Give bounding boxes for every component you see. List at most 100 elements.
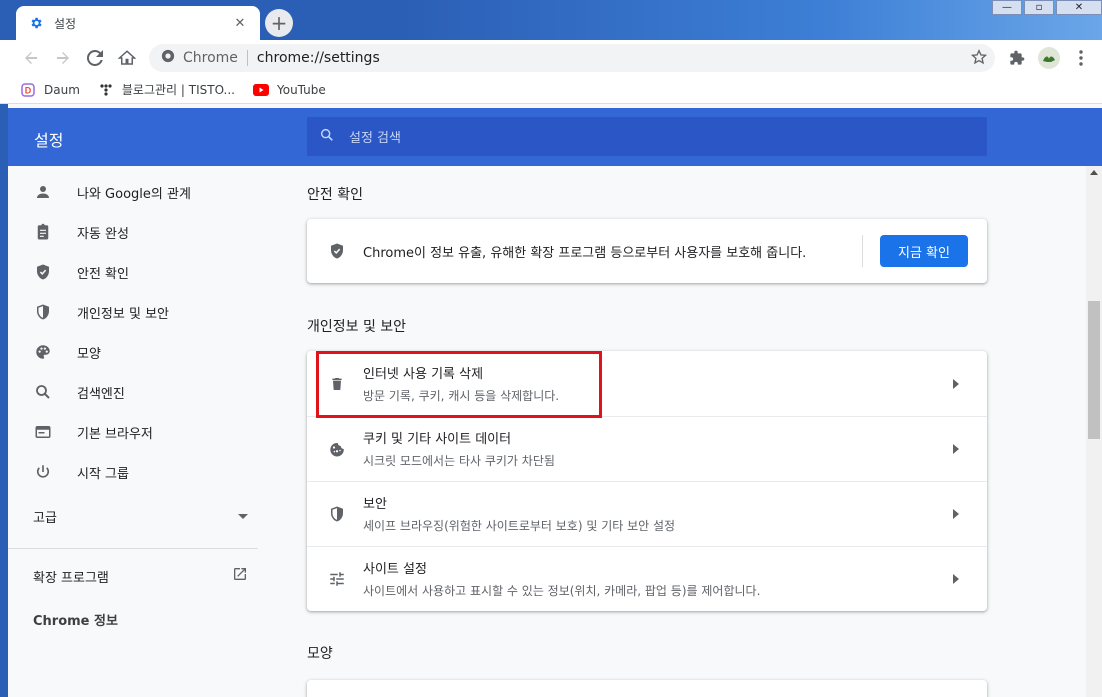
- bookmark-tistory[interactable]: 블로그관리 | TISTO...: [98, 81, 235, 98]
- person-icon: [33, 182, 53, 202]
- sidebar-item-label: 나와 Google의 관계: [77, 186, 191, 202]
- close-window-button[interactable]: ✕: [1056, 0, 1102, 15]
- arrow-right-icon: [953, 378, 961, 389]
- sidebar-item-appearance[interactable]: 모양: [8, 332, 266, 372]
- safety-check-card: Chrome이 정보 유출, 유해한 확장 프로그램 등으로부터 사용자를 보호…: [307, 219, 987, 283]
- extensions-puzzle-icon[interactable]: [1001, 42, 1033, 74]
- tune-icon: [327, 569, 347, 589]
- sidebar-item-label: 개인정보 및 보안: [77, 306, 169, 322]
- sidebar-item-label: 안전 확인: [77, 266, 129, 282]
- more-vert-icon: [1079, 50, 1083, 66]
- sidebar-item-extensions[interactable]: 확장 프로그램: [33, 566, 248, 586]
- menu-button[interactable]: [1065, 42, 1097, 74]
- tistory-icon: [98, 82, 114, 98]
- window-controls: — ▫ ✕: [990, 0, 1102, 16]
- site-info-icon[interactable]: [161, 49, 175, 67]
- sidebar-item-label: 모양: [77, 346, 101, 362]
- settings-sidebar: 나와 Google의 관계 자동 완성 안전 확인 개인정보 및 보안 모양 검…: [8, 166, 266, 697]
- reload-icon: [87, 50, 103, 66]
- arrow-right-icon: [953, 443, 961, 454]
- sidebar-item-privacy[interactable]: 개인정보 및 보안: [8, 292, 266, 332]
- row-subtitle: 시크릿 모드에서는 타사 쿠키가 차단됨: [363, 454, 555, 468]
- sidebar-item-about-chrome[interactable]: Chrome 정보: [33, 610, 118, 629]
- extensions-label: 확장 프로그램: [33, 570, 109, 586]
- daum-icon: D: [20, 82, 36, 98]
- arrow-right-icon: [953, 508, 961, 519]
- arrow-right-icon: [953, 573, 961, 584]
- cookie-icon: [327, 439, 347, 459]
- sidebar-advanced-toggle[interactable]: 고급: [33, 507, 248, 526]
- title-bar: 설정 ✕ + — ▫ ✕: [0, 0, 1102, 40]
- open-in-new-icon: [232, 566, 248, 586]
- shield-icon: [33, 302, 53, 322]
- reload-button[interactable]: [79, 42, 111, 74]
- avatar-icon: [1038, 47, 1060, 69]
- card-divider: [862, 235, 863, 267]
- bookmark-label: Daum: [44, 82, 80, 97]
- omnibox-separator: [246, 50, 248, 66]
- section-title-privacy: 개인정보 및 보안: [307, 319, 407, 335]
- shield-check-icon: [33, 262, 53, 282]
- caret-down-icon: [238, 509, 248, 524]
- page-title: 설정: [34, 131, 64, 150]
- gear-icon: [28, 15, 44, 31]
- sidebar-item-safety-check[interactable]: 안전 확인: [8, 252, 266, 292]
- safety-check-description: Chrome이 정보 유출, 유해한 확장 프로그램 등으로부터 사용자를 보호…: [363, 245, 807, 261]
- row-security[interactable]: 보안 세이프 브라우징(위험한 사이트로부터 보호) 및 기타 보안 설정: [307, 481, 987, 546]
- profile-avatar[interactable]: [1033, 42, 1065, 74]
- search-placeholder: 설정 검색: [349, 131, 401, 146]
- clipboard-icon: [33, 222, 53, 242]
- home-icon: [118, 50, 136, 65]
- omnibox-site-label: Chrome: [183, 50, 238, 66]
- row-title: 쿠키 및 기타 사이트 데이터: [363, 432, 512, 447]
- row-subtitle: 세이프 브라우징(위험한 사이트로부터 보호) 및 기타 보안 설정: [363, 519, 676, 533]
- row-title: 보안: [363, 497, 387, 512]
- row-subtitle: 사이트에서 사용하고 표시할 수 있는 정보(위치, 카메라, 팝업 등)를 제…: [363, 584, 761, 598]
- maximize-button[interactable]: ▫: [1024, 0, 1054, 15]
- arrow-left-icon: [25, 52, 37, 64]
- sidebar-item-label: 시작 그룹: [77, 466, 129, 482]
- row-cookies[interactable]: 쿠키 및 기타 사이트 데이터 시크릿 모드에서는 타사 쿠키가 차단됨: [307, 416, 987, 481]
- section-title-appearance: 모양: [307, 646, 333, 662]
- red-highlight-box: [316, 351, 602, 418]
- bookmark-youtube[interactable]: YouTube: [252, 82, 326, 98]
- youtube-icon: [252, 82, 269, 98]
- sidebar-item-default-browser[interactable]: 기본 브라우저: [8, 412, 266, 452]
- forward-button[interactable]: [47, 42, 79, 74]
- minimize-button[interactable]: —: [992, 0, 1022, 15]
- new-tab-button[interactable]: +: [265, 9, 293, 37]
- shield-check-icon: [327, 241, 347, 261]
- bookmark-label: 블로그관리 | TISTO...: [121, 83, 235, 97]
- check-now-button[interactable]: 지금 확인: [880, 235, 968, 267]
- scrollbar[interactable]: [1086, 166, 1102, 697]
- close-tab-icon[interactable]: ✕: [232, 15, 248, 31]
- scrollbar-thumb[interactable]: [1088, 301, 1100, 439]
- bookmark-daum[interactable]: D Daum: [20, 82, 80, 98]
- power-icon: [33, 462, 53, 482]
- palette-icon: [33, 342, 53, 362]
- section-title-safety: 안전 확인: [307, 187, 363, 203]
- window-edge: [0, 104, 8, 697]
- sidebar-item-you-and-google[interactable]: 나와 Google의 관계: [8, 172, 266, 212]
- sidebar-item-autofill[interactable]: 자동 완성: [8, 212, 266, 252]
- sidebar-item-search-engine[interactable]: 검색엔진: [8, 372, 266, 412]
- home-button[interactable]: [111, 42, 143, 74]
- row-site-settings[interactable]: 사이트 설정 사이트에서 사용하고 표시할 수 있는 정보(위치, 카메라, 팝…: [307, 546, 987, 611]
- address-bar[interactable]: Chrome chrome://settings: [149, 44, 995, 72]
- sidebar-divider: [8, 548, 258, 549]
- omnibox-url[interactable]: chrome://settings: [257, 50, 380, 66]
- back-button[interactable]: [15, 42, 47, 74]
- settings-header: 설정 설정 검색: [8, 108, 1102, 166]
- sidebar-item-on-startup[interactable]: 시작 그룹: [8, 452, 266, 492]
- settings-search-input[interactable]: 설정 검색: [307, 117, 987, 156]
- search-icon: [319, 127, 335, 147]
- svg-text:D: D: [25, 85, 32, 95]
- bookmark-star-icon[interactable]: [970, 49, 988, 69]
- tab-settings[interactable]: 설정 ✕: [16, 6, 260, 40]
- search-icon: [33, 382, 53, 402]
- scroll-up-arrow-icon[interactable]: [1090, 170, 1098, 175]
- bookmark-label: YouTube: [276, 82, 326, 97]
- browser-icon: [33, 422, 53, 442]
- row-title: 사이트 설정: [363, 562, 427, 577]
- sidebar-item-label: 기본 브라우저: [77, 426, 153, 442]
